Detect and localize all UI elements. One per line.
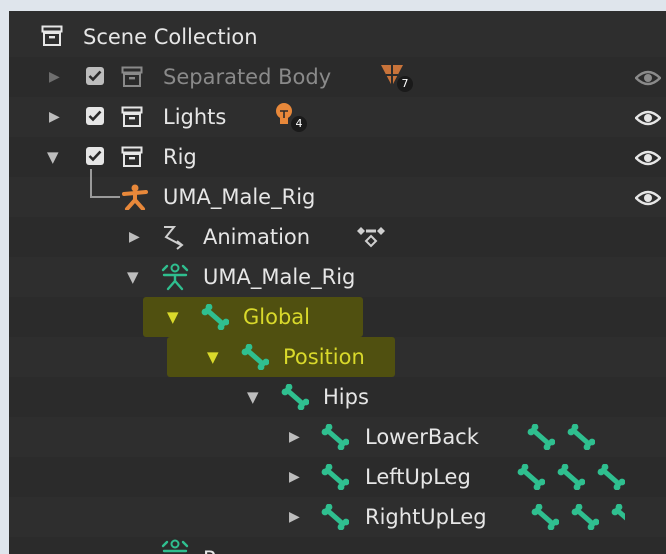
- bone-icon: [241, 343, 270, 375]
- child-bone-icon[interactable]: [611, 504, 625, 535]
- visibility-checkbox[interactable]: [86, 67, 104, 85]
- outliner-row-label: Global: [243, 305, 310, 329]
- outliner-row-label: Rig: [163, 145, 197, 169]
- eye-icon[interactable]: [634, 188, 662, 212]
- eye-icon[interactable]: [634, 108, 662, 132]
- outliner-row-armature-data[interactable]: ▼ UMA_Male_Rig: [9, 257, 666, 297]
- outliner-row-label: Hips: [323, 385, 369, 409]
- outliner-row-hips[interactable]: ▼ Hips: [9, 377, 666, 417]
- collapse-arrow-icon[interactable]: ▼: [167, 309, 179, 325]
- eye-icon[interactable]: [634, 68, 662, 92]
- bone-icon: [321, 423, 350, 455]
- outliner-row-label: UMA_Male_Rig: [163, 185, 316, 209]
- outliner-row-label: UMA_Male_Rig: [203, 265, 356, 289]
- outliner-row-label: Position: [283, 345, 365, 369]
- outliner-row-partial[interactable]: P: [9, 537, 666, 554]
- outliner-row-leftupleg[interactable]: ▶ LeftUpLeg: [9, 457, 666, 497]
- outliner-row-label: LeftUpLeg: [365, 465, 471, 489]
- armature-data-icon: [161, 539, 189, 554]
- expand-arrow-icon[interactable]: ▶: [49, 109, 60, 125]
- bone-icon: [201, 303, 230, 335]
- collapse-arrow-icon[interactable]: ▼: [127, 269, 139, 285]
- outliner-row-label: Lights: [163, 105, 227, 129]
- child-bone-icon[interactable]: [571, 503, 600, 535]
- outliner-row-global[interactable]: ▼ Global: [9, 297, 666, 337]
- mesh-count-badge: 7: [397, 76, 413, 92]
- collapse-arrow-icon[interactable]: ▼: [207, 349, 219, 365]
- outliner-row-label: Separated Body: [163, 65, 332, 89]
- outliner-row-animation[interactable]: ▶ Animation: [9, 217, 666, 257]
- expand-arrow-icon[interactable]: ▶: [289, 429, 300, 445]
- collection-icon: [121, 146, 143, 173]
- visibility-checkbox[interactable]: [86, 107, 104, 125]
- bone-icon: [321, 503, 350, 535]
- outliner-row-label: P: [203, 547, 216, 554]
- scene-collection-label: Scene Collection: [83, 25, 258, 49]
- child-bone-icon[interactable]: [517, 463, 546, 495]
- outliner-row-separated-body[interactable]: ▶ Separated Body 7: [9, 57, 666, 97]
- expand-arrow-icon[interactable]: ▶: [289, 509, 300, 525]
- outliner-row-lowerback[interactable]: ▶ LowerBack: [9, 417, 666, 457]
- collection-icon: [121, 66, 143, 93]
- child-bone-icon[interactable]: [527, 423, 556, 455]
- expand-arrow-icon[interactable]: ▶: [129, 229, 140, 245]
- outliner-row-lights[interactable]: ▶ Lights 4: [9, 97, 666, 137]
- outliner-row-label: Animation: [203, 225, 311, 249]
- child-bone-icon[interactable]: [557, 463, 586, 495]
- outliner-row-label: RightUpLeg: [365, 505, 487, 529]
- keyframe-action-icon[interactable]: [355, 223, 387, 256]
- child-bone-icon[interactable]: [531, 503, 560, 535]
- collection-icon: [121, 106, 143, 133]
- armature-icon[interactable]: [121, 184, 149, 215]
- visibility-checkbox[interactable]: [86, 147, 104, 165]
- outliner-row-rig[interactable]: ▼ Rig: [9, 137, 666, 177]
- outliner-row-armature-object[interactable]: UMA_Male_Rig: [9, 169, 666, 217]
- expand-arrow-icon[interactable]: ▶: [289, 469, 300, 485]
- collapse-arrow-icon[interactable]: ▼: [47, 149, 59, 165]
- outliner-panel: Scene Collection ▶ Separated Body 7 ▶ Li…: [9, 11, 666, 554]
- light-count-badge: 4: [291, 116, 307, 132]
- scene-collection-row[interactable]: Scene Collection: [9, 17, 666, 57]
- collection-icon: [41, 25, 63, 52]
- outliner-row-rightupleg[interactable]: ▶ RightUpLeg: [9, 497, 666, 537]
- animation-curve-icon: [161, 223, 187, 256]
- outliner-row-label: LowerBack: [365, 425, 479, 449]
- tree-connector: [90, 169, 92, 197]
- tree-connector: [90, 196, 120, 198]
- eye-icon[interactable]: [634, 148, 662, 172]
- armature-data-icon: [161, 263, 189, 296]
- collapse-arrow-icon[interactable]: ▼: [247, 389, 259, 405]
- child-bone-icon[interactable]: [567, 423, 596, 455]
- outliner-row-position[interactable]: ▼ Position: [9, 337, 666, 377]
- child-bone-icon[interactable]: [597, 463, 626, 495]
- bone-icon: [281, 383, 310, 415]
- bone-icon: [321, 463, 350, 495]
- expand-arrow-icon[interactable]: ▶: [49, 69, 60, 85]
